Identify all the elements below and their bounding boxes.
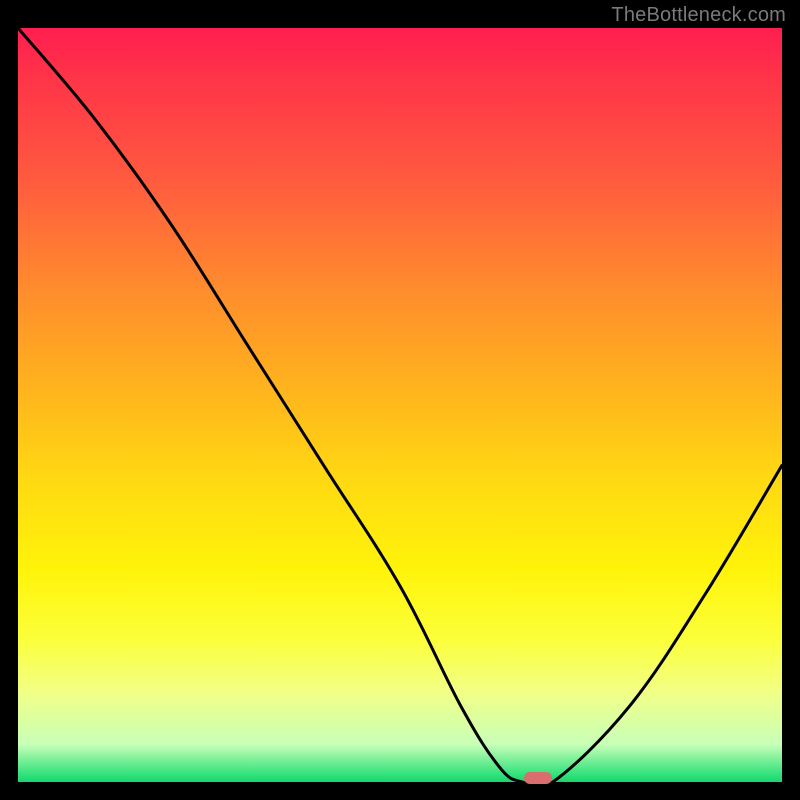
watermark-text: TheBottleneck.com (611, 4, 786, 27)
chart-frame: TheBottleneck.com (0, 0, 800, 800)
valley-marker (524, 772, 552, 784)
plot-area (18, 28, 782, 782)
bottleneck-curve (18, 28, 782, 782)
